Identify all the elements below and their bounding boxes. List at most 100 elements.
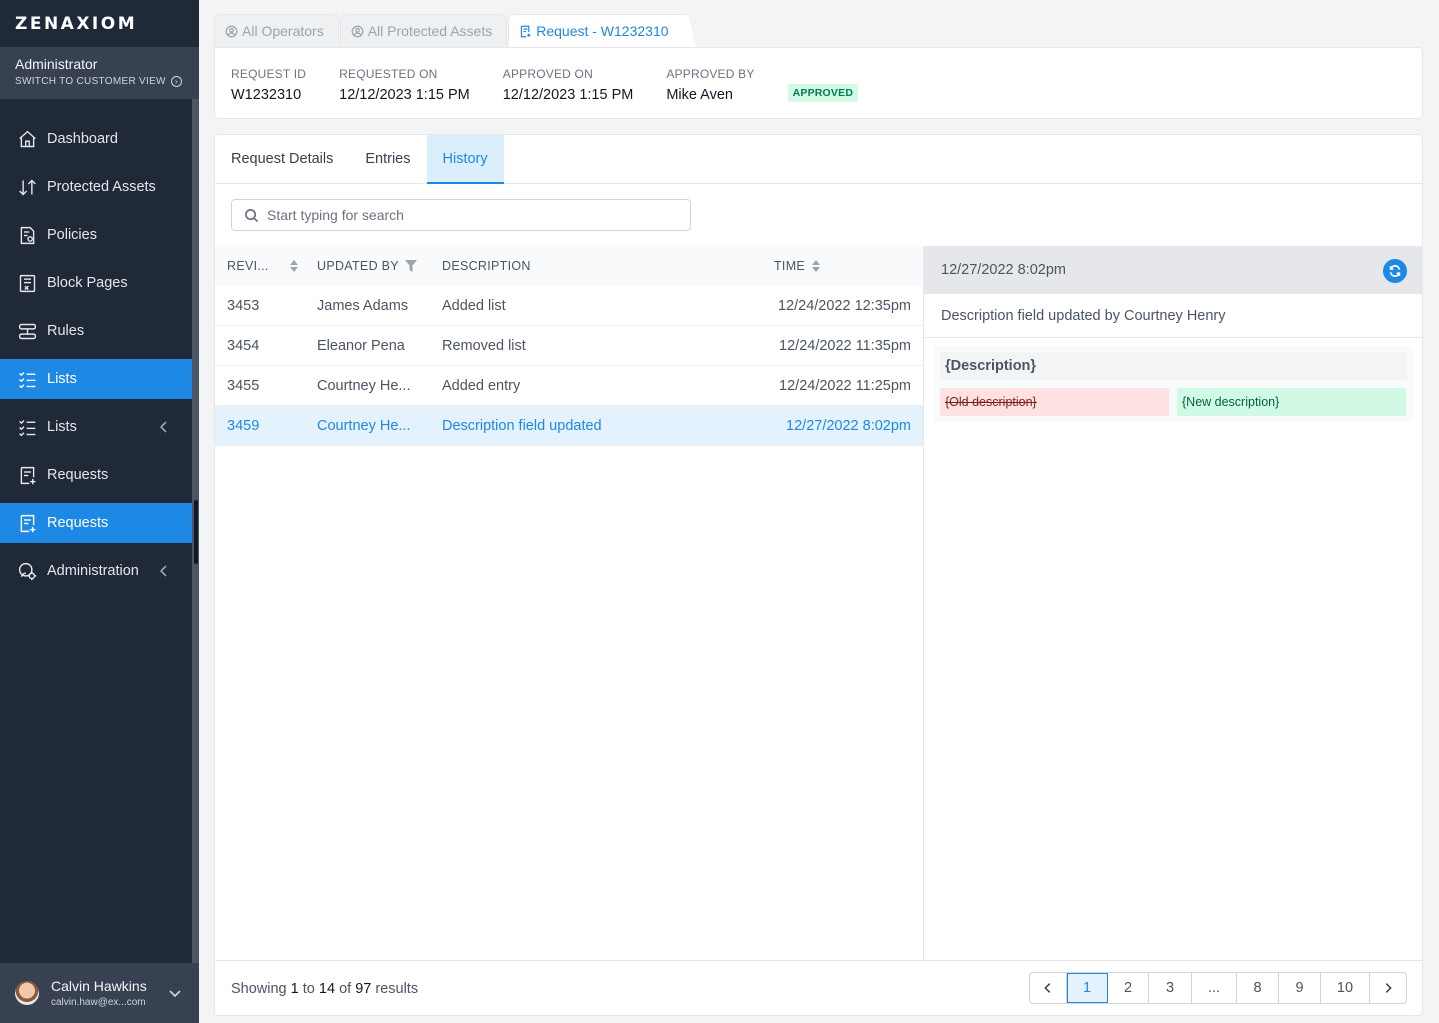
cell-revision: 3459 [227, 417, 260, 434]
approved-by-value: Mike Aven [666, 87, 733, 103]
sidebar-nav: Dashboard Protected Assets Policies Bloc… [0, 119, 192, 599]
tab-history[interactable]: History [426, 135, 504, 184]
request-document-icon [16, 464, 38, 486]
sidebar-item-lists-active[interactable]: Lists [0, 359, 192, 399]
checklist-icon [16, 416, 38, 438]
user-circle-icon [351, 25, 364, 37]
page-button-2[interactable]: 2 [1108, 973, 1149, 1003]
policy-document-icon [16, 224, 38, 246]
switch-view-link[interactable]: SWITCH TO CUSTOMER VIEW › [15, 76, 184, 87]
page-button-8[interactable]: 8 [1237, 973, 1279, 1003]
sort-icon[interactable] [811, 260, 821, 272]
chevron-down-icon[interactable] [167, 985, 183, 1006]
sidebar-item-label: Requests [47, 515, 109, 531]
search-input[interactable] [267, 207, 667, 223]
chevron-left-icon[interactable] [156, 563, 172, 579]
top-tabs: All Operators All Protected Assets Reque… [214, 14, 689, 47]
sidebar-item-block-pages[interactable]: Block Pages [0, 263, 192, 303]
user-name: Calvin Hawkins [51, 978, 147, 994]
cell-description: Description field updated [442, 417, 602, 434]
role-label: Administrator [15, 56, 98, 72]
search-box[interactable] [231, 199, 691, 231]
subtabs: Request Details Entries History [215, 135, 1422, 184]
sidebar-item-requests-active[interactable]: Requests [0, 503, 192, 543]
switch-view-label: SWITCH TO CUSTOMER VIEW [15, 76, 166, 87]
sidebar-item-policies[interactable]: Policies [0, 215, 192, 255]
sort-arrows-icon [16, 176, 38, 198]
table-row[interactable]: 3455 Courtney He... Added entry 12/24/20… [215, 366, 923, 406]
request-document-icon [521, 25, 531, 37]
home-icon [16, 128, 38, 150]
page-button-3[interactable]: 3 [1149, 973, 1192, 1003]
sidebar-item-label: Protected Assets [47, 179, 156, 195]
user-menu[interactable]: Calvin Hawkins calvin.haw@ex...com [0, 963, 199, 1023]
tab-request-details[interactable]: Request Details [215, 135, 349, 183]
sidebar-item-label: Block Pages [47, 275, 128, 291]
sidebar-item-rules[interactable]: Rules [0, 311, 192, 351]
page-button-9[interactable]: 9 [1279, 973, 1321, 1003]
revision-detail-panel: 12/27/2022 8:02pm Description field upda… [923, 246, 1423, 960]
field-diff: {Description} {Old description} {New des… [934, 346, 1413, 422]
chevron-left-icon[interactable] [156, 419, 172, 435]
prev-page-button[interactable] [1030, 973, 1067, 1003]
tab-label: Request - W1232310 [536, 23, 669, 39]
sidebar: ZENAXIOM Administrator SWITCH TO CUSTOME… [0, 0, 199, 1023]
column-label: DESCRIPTION [442, 259, 531, 273]
refresh-button[interactable] [1383, 259, 1407, 283]
table-footer: Showing 1 to 14 of 97 results 1 2 3 ... … [215, 960, 1422, 1016]
page-ellipsis: ... [1192, 973, 1237, 1003]
page-button-1[interactable]: 1 [1067, 973, 1108, 1003]
request-document-icon [16, 512, 38, 534]
approved-on-field: APPROVED ON 12/12/2023 1:15 PM [503, 67, 634, 118]
request-id-label: REQUEST ID [231, 67, 307, 81]
next-page-button[interactable] [1370, 973, 1406, 1003]
pagination: 1 2 3 ... 8 9 10 [1029, 972, 1407, 1004]
block-page-icon [16, 272, 38, 294]
column-time[interactable]: TIME [760, 259, 923, 273]
cell-updated-by: James Adams [317, 297, 409, 314]
cell-time: 12/24/2022 11:25pm [779, 377, 911, 394]
tab-all-operators[interactable]: All Operators [214, 14, 339, 47]
avatar [15, 981, 39, 1005]
sort-icon[interactable] [289, 260, 299, 272]
table-row-selected[interactable]: 3459 Courtney He... Description field up… [215, 406, 923, 446]
cell-description: Added entry [442, 377, 521, 394]
results-of-word: of [339, 980, 352, 997]
tab-entries[interactable]: Entries [349, 135, 426, 183]
table-row[interactable]: 3454 Eleanor Pena Removed list 12/24/202… [215, 326, 923, 366]
sidebar-item-dashboard[interactable]: Dashboard [0, 119, 192, 159]
cell-description: Removed list [442, 337, 526, 354]
sidebar-item-label: Administration [47, 563, 139, 579]
sidebar-scrollbar-thumb[interactable] [194, 500, 198, 564]
sidebar-item-label: Rules [47, 323, 85, 339]
admin-gear-icon [16, 560, 38, 582]
sidebar-item-administration[interactable]: Administration [0, 551, 192, 591]
column-description: DESCRIPTION [430, 259, 760, 273]
cell-time: 12/24/2022 11:35pm [779, 337, 911, 354]
sidebar-item-label: Dashboard [47, 131, 118, 147]
filter-icon[interactable] [404, 260, 417, 272]
sidebar-item-label: Lists [47, 419, 77, 435]
cell-time: 12/27/2022 8:02pm [786, 417, 911, 434]
tab-request[interactable]: Request - W1232310 [508, 14, 688, 47]
results-from: 1 [290, 980, 299, 997]
chevron-right-icon [1385, 983, 1392, 993]
requested-on-label: REQUESTED ON [339, 67, 438, 81]
cell-revision: 3455 [227, 377, 260, 394]
detail-summary: Description field updated by Courtney He… [924, 294, 1423, 338]
sidebar-item-requests[interactable]: Requests [0, 455, 192, 495]
cell-time: 12/24/2022 12:35pm [777, 297, 911, 314]
sidebar-item-protected-assets[interactable]: Protected Assets [0, 167, 192, 207]
logo[interactable]: ZENAXIOM [0, 0, 199, 47]
sidebar-item-lists[interactable]: Lists [0, 407, 192, 447]
tab-all-protected-assets[interactable]: All Protected Assets [339, 14, 508, 47]
logo-text: ZENAXIOM [15, 13, 138, 34]
tab-label: All Protected Assets [367, 23, 493, 39]
page-button-10[interactable]: 10 [1321, 973, 1370, 1003]
requested-on-field: REQUESTED ON 12/12/2023 1:15 PM [339, 67, 470, 118]
sidebar-item-label: Lists [47, 371, 77, 387]
column-revision[interactable]: REVI... [215, 259, 305, 273]
column-updated-by[interactable]: UPDATED BY [305, 259, 430, 273]
approved-by-field: APPROVED BY Mike Aven [666, 67, 754, 118]
table-row[interactable]: 3453 James Adams Added list 12/24/2022 1… [215, 286, 923, 326]
